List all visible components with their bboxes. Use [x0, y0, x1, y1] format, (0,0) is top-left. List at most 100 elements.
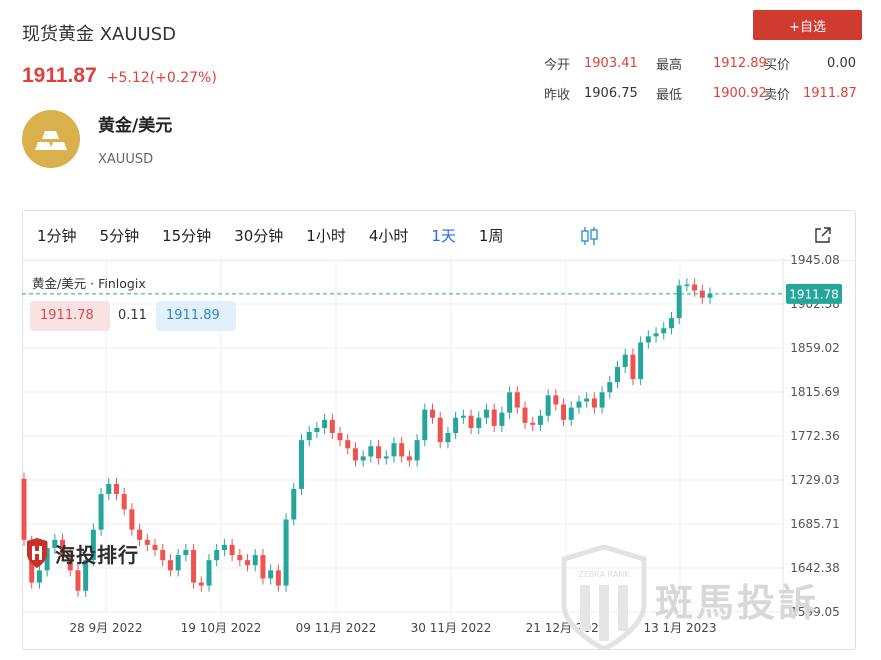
candle-body	[121, 494, 127, 510]
add-watchlist-button[interactable]: +自选	[753, 10, 862, 40]
x-tick-label: 09 11月 2022	[296, 621, 377, 635]
candle-body	[576, 401, 582, 408]
open-value: 1903.41	[584, 55, 638, 71]
badge-text: ZEBRA RANK	[578, 570, 630, 579]
candle-body	[437, 417, 443, 443]
spread-value: 0.11	[118, 308, 147, 323]
candle-body	[468, 415, 474, 428]
candle-body	[322, 419, 328, 428]
candle-body	[445, 433, 451, 443]
candle-body	[622, 354, 628, 367]
candle-body	[399, 443, 405, 457]
candle-body	[406, 456, 412, 461]
candle-body	[591, 398, 597, 408]
candle-body	[630, 354, 636, 380]
shield-logo-icon	[27, 538, 47, 568]
candle-body	[191, 549, 197, 583]
y-tick-label: 1859.02	[790, 341, 840, 355]
prev-close-label: 昨收	[544, 87, 571, 103]
candle-body	[298, 440, 304, 489]
candle-body	[391, 443, 397, 457]
candle-body	[345, 440, 351, 449]
candle-body	[268, 570, 274, 579]
current-price: 1911.87	[22, 64, 97, 87]
candle-body	[252, 555, 258, 566]
candle-body	[36, 570, 42, 583]
candle-body	[676, 285, 682, 319]
stats-panel: 今开 1903.41 最高 1912.89 买价 0.00 昨收 1906.75…	[544, 48, 864, 108]
candle-body	[491, 409, 497, 426]
x-tick-label: 30 11月 2022	[411, 621, 492, 635]
watermark-left: 海投排行	[25, 538, 139, 568]
candle-body	[198, 582, 204, 586]
candle-body	[368, 446, 374, 457]
candle-body	[599, 392, 605, 408]
candle-body	[144, 539, 150, 545]
candle-body	[584, 398, 590, 402]
low-label: 最低	[656, 87, 683, 103]
candle-body	[167, 560, 173, 571]
candle-body	[98, 494, 104, 530]
candle-body	[422, 409, 428, 441]
candle-body	[607, 382, 613, 393]
instrument-name: 黄金/美元	[98, 116, 173, 136]
price-change: +5.12(+0.27%)	[106, 70, 217, 86]
candle-body	[221, 544, 227, 550]
candle-body	[75, 570, 81, 591]
watermark-right: 斑馬投訴	[655, 581, 820, 625]
candle-body	[645, 336, 651, 343]
y-tick-label: 1945.08	[790, 253, 840, 267]
gold-bars-icon	[22, 110, 80, 168]
instrument-code: XAUUSD	[98, 152, 154, 167]
candle-body	[376, 446, 382, 459]
candle-body	[476, 417, 482, 428]
candle-body	[545, 395, 551, 416]
low-value: 1900.92	[713, 85, 767, 101]
candle-body	[453, 417, 459, 434]
candle-body	[460, 415, 466, 418]
candle-body	[21, 478, 27, 540]
candle-body	[106, 483, 112, 495]
candle-body	[206, 560, 212, 586]
buy-value: 0.00	[827, 55, 856, 71]
zebra-badge-icon: ZEBRA RANK	[561, 545, 647, 650]
high-label: 最高	[656, 57, 683, 73]
sell-label: 卖价	[764, 87, 791, 103]
candle-body	[183, 549, 189, 556]
candle-body	[668, 318, 674, 329]
candle-body	[160, 549, 166, 561]
candle-body	[214, 549, 220, 561]
candle-body	[383, 456, 389, 459]
candle-body	[129, 509, 135, 530]
candle-body	[507, 392, 513, 413]
candle-body	[283, 519, 289, 586]
candle-body	[553, 395, 559, 405]
y-tick-label: 1729.03	[790, 473, 840, 487]
candle-body	[245, 560, 251, 566]
candle-body	[306, 431, 312, 441]
candle-body	[152, 544, 158, 550]
x-tick-label: 19 10月 2022	[181, 621, 262, 635]
candle-body	[329, 419, 335, 434]
ask-price-chip: 1911.78	[30, 301, 110, 331]
candle-body	[514, 392, 520, 408]
candle-body	[537, 415, 543, 425]
buy-label: 买价	[764, 57, 791, 73]
candle-body	[568, 407, 574, 420]
candle-body	[175, 555, 181, 571]
candle-body	[352, 448, 358, 461]
candle-body	[430, 409, 436, 418]
candle-body	[530, 422, 536, 425]
page-title: 现货黄金 XAUUSD	[22, 24, 177, 45]
candle-body	[692, 284, 698, 291]
price-row: 1911.87 +5.12(+0.27%)	[22, 64, 217, 88]
prev-close-value: 1906.75	[584, 85, 638, 101]
y-tick-label: 1685.71	[790, 517, 840, 531]
candle-body	[337, 433, 343, 441]
candle-body	[653, 333, 659, 337]
x-tick-label: 28 9月 2022	[69, 621, 142, 635]
candle-body	[360, 456, 366, 461]
candle-body	[638, 342, 644, 380]
candle-body	[684, 284, 690, 286]
candle-body	[561, 404, 567, 420]
